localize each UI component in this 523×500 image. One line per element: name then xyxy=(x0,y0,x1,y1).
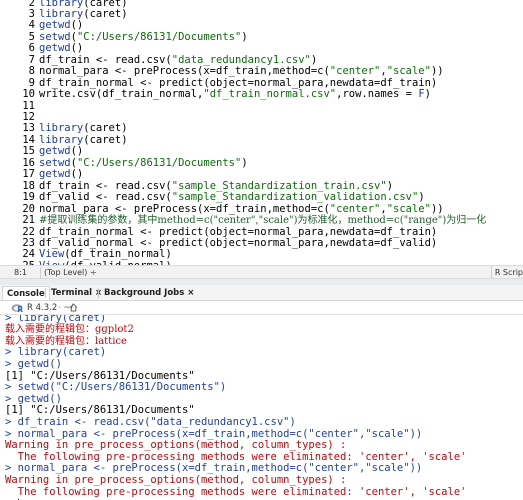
code-token: setwd xyxy=(39,156,71,169)
code-token: "scale" xyxy=(386,202,431,215)
console-input-line: > library(caret) xyxy=(5,315,107,324)
console-tab-bar: Console Terminal × Background Jobs × xyxy=(0,285,523,301)
code-token: library xyxy=(39,133,84,146)
r-logo-icon: R xyxy=(11,304,23,313)
code-token: "sample_Standardization_train.csv" xyxy=(171,179,387,192)
editor-line[interactable]: 11 xyxy=(0,100,523,112)
code-token: normal_para <- preProcess(x=df_train,met… xyxy=(39,65,330,78)
code-token: "C:/Users/86131/Documents" xyxy=(76,30,242,43)
source-editor[interactable]: 2 library(caret) 3 library(caret) 4 getwd() 5 s… xyxy=(0,0,523,265)
code-token: (df_train_normal) xyxy=(64,248,172,261)
code-text[interactable]: normal_para <- preProcess(x=df_train,met… xyxy=(39,202,444,215)
tab-divider xyxy=(45,288,46,298)
code-token: ) xyxy=(241,30,248,43)
code-token: "center" xyxy=(329,202,381,215)
code-token: library xyxy=(39,7,84,20)
code-token: ) xyxy=(310,53,318,66)
code-token: normal_para <- preProcess(x=df_train,met… xyxy=(39,202,330,215)
scope-dropdown[interactable]: (Top Level) ÷ xyxy=(40,267,101,278)
code-token: library xyxy=(39,122,84,135)
console-message-line: 载入需要的程辑包：ggplot2 xyxy=(5,324,134,336)
code-token: getwd xyxy=(39,42,71,55)
console-toolbar: R R 4.3.2 · ~/ xyxy=(0,301,523,315)
code-text[interactable]: write.csv(df_train_normal,"df_train_norm… xyxy=(39,88,431,101)
console-input-line: > getwd() xyxy=(5,357,62,370)
code-token: )) xyxy=(430,202,444,215)
console-input-line: > setwd("C:/Users/86131/Documents") xyxy=(5,381,227,394)
code-token: "data_redundancy1.csv" xyxy=(171,53,311,66)
code-token: () xyxy=(70,168,84,181)
code-token: df_valid_normal <- predict(object=normal… xyxy=(39,236,438,249)
r-version: R 4.3.2 xyxy=(27,303,58,313)
line-number: 10 xyxy=(22,88,35,101)
line-number: 21 xyxy=(22,214,35,227)
editor-line[interactable]: 20 normal_para <- preProcess(x=df_train,m… xyxy=(0,202,523,215)
tab-divider xyxy=(98,288,99,298)
code-token: write.csv(df_train_normal, xyxy=(39,88,204,101)
line-number: 19 xyxy=(22,191,35,204)
editor-status-bar: 8:1 (Top Level) ÷ R Scrip xyxy=(0,265,523,279)
code-token: ,row.names = xyxy=(336,88,419,101)
code-token: () xyxy=(70,145,84,158)
code-token: View xyxy=(39,248,65,261)
code-token: ) xyxy=(386,179,394,192)
code-token: getwd xyxy=(39,19,71,32)
code-token: setwd xyxy=(39,30,71,43)
code-token: "df_train_normal.csv" xyxy=(203,88,337,101)
code-token: (caret) xyxy=(83,122,128,135)
code-token: )) xyxy=(430,65,444,78)
code-token: ) xyxy=(424,88,431,101)
console-output[interactable]: > library(caret) 载入需要的程辑包：ggplot2 载入需要的程辑包… xyxy=(0,315,523,500)
tab-background-jobs[interactable]: Background Jobs × xyxy=(100,286,198,300)
code-token: df_train_normal <- predict(object=normal… xyxy=(39,225,438,238)
code-token: () xyxy=(70,19,84,32)
line-number: 8 xyxy=(28,65,35,78)
editor-line[interactable]: 10 write.csv(df_train_normal,"df_train_no… xyxy=(0,88,523,101)
svg-text:R: R xyxy=(17,305,23,313)
code-token: () xyxy=(70,42,84,55)
code-token: "center" xyxy=(329,65,381,78)
console-warning-line: The following pre-processing methods wer… xyxy=(5,485,467,498)
tab-console[interactable]: Console xyxy=(2,286,50,300)
code-token: df_train <- read.csv( xyxy=(39,179,172,192)
code-token: df_train_normal <- predict(object=normal… xyxy=(39,76,438,89)
code-token: ) xyxy=(418,191,425,204)
code-token: (caret) xyxy=(83,7,128,20)
code-token: #提取训练集的参数，其中method=c("center","scale")为标… xyxy=(39,215,487,227)
console-input-line: > df_train <- read.csv("data_redundancy1… xyxy=(5,415,296,428)
console-warning-line: Warning in pre_process_options(method, c… xyxy=(5,439,347,452)
code-token: "sample_Standardization_validation.csv" xyxy=(171,191,419,204)
file-type-selector[interactable]: R Scrip xyxy=(490,266,523,279)
console-warning-line: Warning in pre_process_options(method, c… xyxy=(5,473,347,486)
code-token: ) xyxy=(241,156,248,169)
code-token: getwd xyxy=(39,168,71,181)
cursor-position: 8:1 xyxy=(14,268,27,277)
code-token: "C:/Users/86131/Documents" xyxy=(76,156,242,169)
go-to-directory-icon[interactable] xyxy=(69,303,78,312)
code-token: df_train <- read.csv( xyxy=(39,53,172,66)
code-token: "scale" xyxy=(386,65,431,78)
line-number: 17 xyxy=(22,168,35,181)
code-token: df_valid <- read.csv( xyxy=(39,191,172,204)
code-token: (caret) xyxy=(83,133,128,146)
code-token: getwd xyxy=(39,145,71,158)
